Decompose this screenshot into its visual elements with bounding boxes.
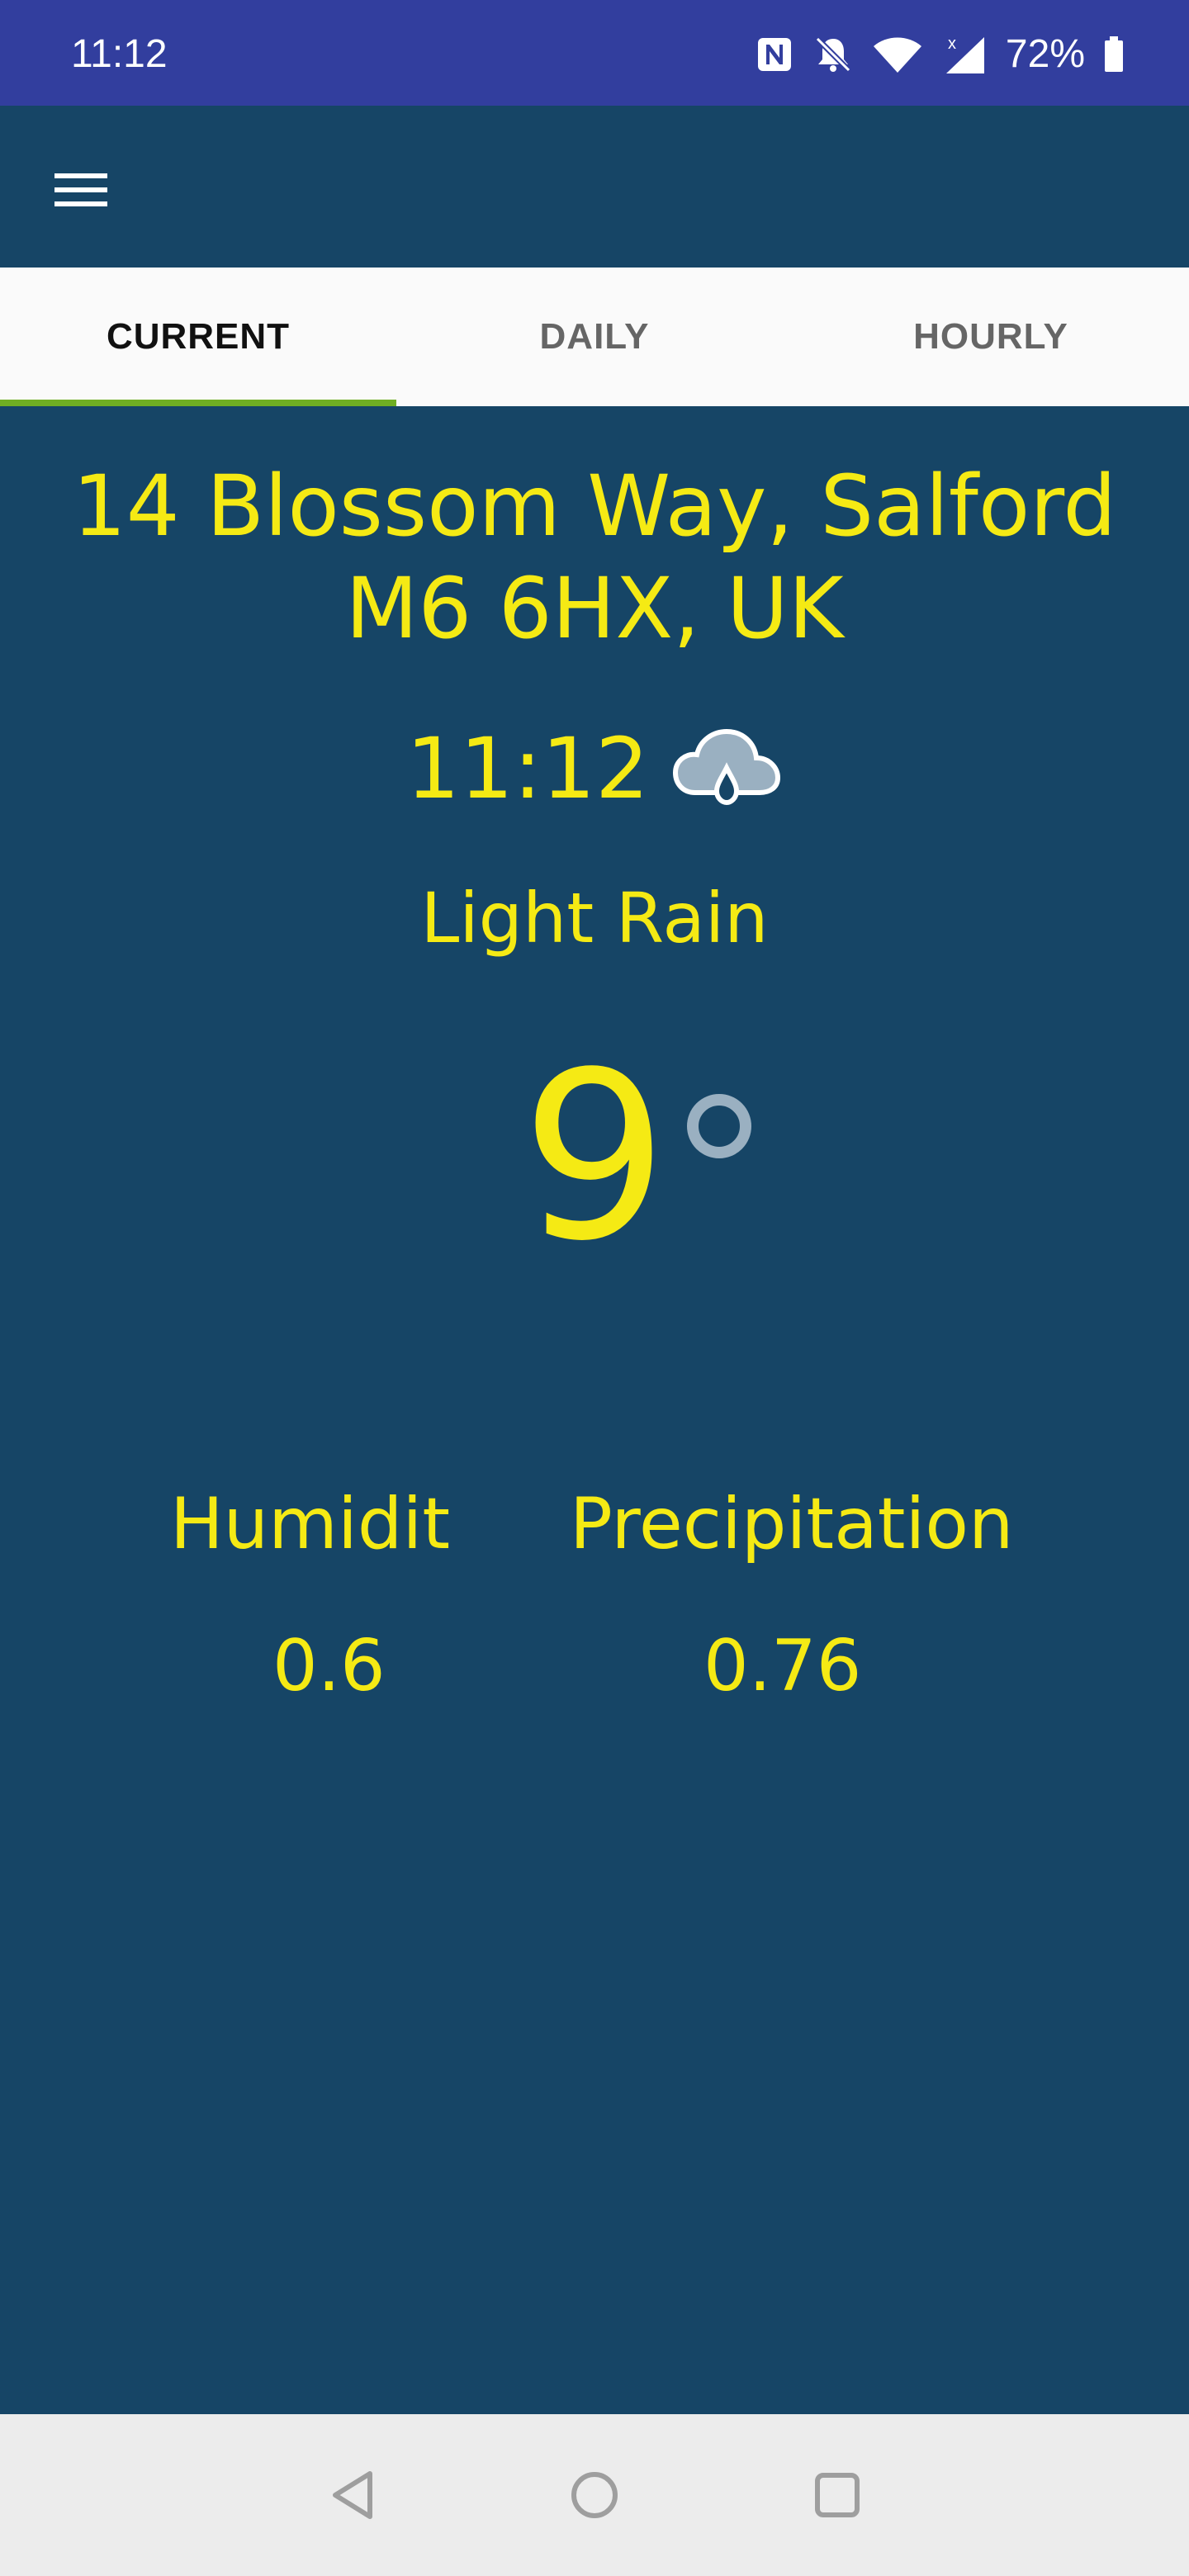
temperature-number: 9 [520,1023,669,1292]
app-toolbar [0,106,1189,268]
battery-icon [1105,36,1123,72]
wifi-icon [873,37,921,73]
location-address: 14 Blossom Way, Salford M6 6HX, UK [72,457,1117,658]
back-icon [333,2471,372,2519]
status-bar: 11:12 x 72% [0,0,1189,106]
tab-bar: CURRENT DAILY HOURLY [0,268,1189,406]
status-time: 11:12 [71,32,168,76]
battery-percent: 72% [1005,32,1085,76]
home-button[interactable] [561,2462,628,2528]
temperature-value: 9 [521,1034,752,1281]
humidity-value: 0.6 [272,1625,386,1707]
back-button[interactable] [320,2462,386,2528]
precipitation-value: 0.76 [703,1625,862,1707]
recents-button[interactable] [804,2462,870,2528]
notifications-muted-icon [815,36,851,73]
tab-hourly[interactable]: HOURLY [793,268,1189,406]
tab-daily[interactable]: DAILY [396,268,793,406]
humidity-label: Humidit [170,1483,451,1565]
cloud-rain-icon [672,728,780,806]
menu-button[interactable] [41,150,121,230]
degree-icon [687,1094,752,1158]
home-icon [571,2472,618,2518]
navigation-bar [0,2414,1189,2576]
weather-condition: Light Rain [420,878,769,959]
svg-text:x: x [948,35,956,53]
temperature-wrap: 9 [0,1034,1189,1281]
weather-stats: Humidit Precipitation 0.6 0.76 [0,1480,1189,1727]
hamburger-menu-icon [54,173,107,206]
tab-current[interactable]: CURRENT [0,268,396,406]
signal-icon: x [945,35,984,73]
precipitation-label: Precipitation [570,1483,1014,1565]
nfc-icon [757,38,791,71]
recents-icon [815,2473,860,2517]
observation-time: 11:12 [406,720,649,818]
status-icons: x 72% [755,30,1125,79]
time-row: 11:12 [0,720,1189,819]
